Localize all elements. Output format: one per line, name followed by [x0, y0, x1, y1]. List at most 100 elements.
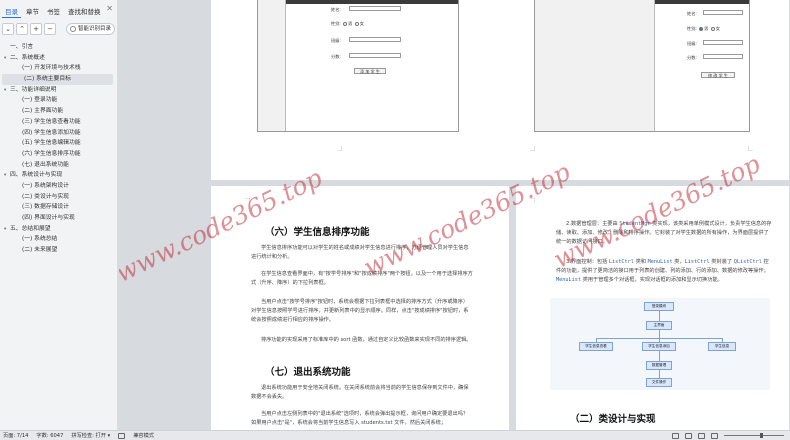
flow-node-main: 主界面: [646, 321, 672, 330]
spell-check-label: 拼写检查: 打开: [71, 433, 106, 439]
document-status-icon: [118, 432, 126, 439]
tab-find-replace[interactable]: 查找和替换: [65, 4, 104, 18]
toc-item[interactable]: ▾ 三、功能详细说明: [0, 85, 117, 96]
toc-item-label: (六) 学生信息排序功能: [22, 150, 81, 157]
toc-item[interactable]: (二) 主界面功能: [0, 106, 117, 117]
toc-item[interactable]: (一) 开发环境与技术栈: [0, 63, 117, 74]
outline-view-icon[interactable]: [698, 432, 705, 439]
toc-item[interactable]: (一) 登录功能: [0, 95, 117, 106]
toc-list: 一、引言 ▾ 二、系统概述 (一) 开发环境与技术栈 (二) 系统主要目标 ▾ 三、功能详细…: [0, 42, 117, 256]
add-student-button: 添 加 学 生: [354, 68, 386, 74]
flow-connector: [659, 370, 660, 378]
zoom-slider[interactable]: [724, 433, 784, 438]
code-run: ListCtrl: [684, 259, 710, 265]
toc-item[interactable]: (二) 未来展望: [0, 245, 117, 256]
toc-item[interactable]: (四) 界面设计与实现: [0, 213, 117, 224]
flow-node-add: 学生信息添加: [642, 342, 676, 351]
margin-mark: [530, 146, 535, 151]
radio-female: [710, 27, 715, 31]
document-canvas[interactable]: 姓名: 性别: 男 女 班级: 分数: 添 加 学 生 姓名: 性别: 男 女 …: [119, 0, 790, 430]
toc-item[interactable]: (六) 学生信息排序功能: [0, 149, 117, 160]
toc-item-label: (一) 系统总结: [22, 236, 58, 243]
female-label: 女: [359, 21, 364, 26]
page-7-left: （六）学生信息排序功能 学生信息排序功能可以对学生的姓名或成绩对学生信息进行排序…: [211, 186, 509, 430]
tab-chapters[interactable]: 章节: [23, 4, 42, 18]
remove-heading-button[interactable]: −: [44, 23, 56, 35]
name-input: [349, 6, 401, 11]
paragraph-data-layer: 2.数据管理层：主要由 StudentMgr 类实现，该类采用单例模式设计，负责…: [556, 220, 772, 247]
edit-student-screenshot: 姓名: 性别: 男 女 班级: 分数: 修 改 学 生: [534, 0, 750, 132]
toc-item-label: (三) 学生信息查看功能: [22, 118, 81, 125]
status-bar: 页面: 7/14 字数: 6047 拼写检查: 打开 ▾ 兼容模式: [0, 430, 790, 440]
tab-toc[interactable]: 目录: [2, 4, 21, 18]
toc-item[interactable]: (二) 类设计与实现: [0, 192, 117, 203]
toc-item[interactable]: (三) 数据存储设计: [0, 202, 117, 213]
add-heading-button[interactable]: +: [30, 23, 42, 35]
paragraph: 当用户点击左侧列表中的"退出系统"选项时，系统会弹出提示框，询问用户确定要退出吗…: [251, 411, 469, 426]
toc-item-label: (四) 界面设计与实现: [22, 215, 75, 221]
class-input: [349, 37, 401, 42]
paragraph-ui-control: 3.界面控制：包括 ListCtrl 类和 MenuList 类，ListCtr…: [556, 258, 772, 285]
page-indicator[interactable]: 页面: 7/14: [3, 432, 28, 439]
gender-label-text: 性别:: [687, 26, 697, 31]
toc-item[interactable]: (二) 系统主要目标: [2, 74, 113, 85]
toc-item[interactable]: ▾ 五、总结和展望: [0, 224, 117, 235]
paragraph: 当用户点击"按学号排序"按钮时，系统会根据下拉列表框中选择的排序方式（升序或降序…: [251, 299, 469, 323]
collapse-all-button[interactable]: ⌄: [2, 23, 14, 35]
class-label: 班级:: [331, 38, 341, 43]
eye-icon[interactable]: [672, 432, 679, 439]
add-student-screenshot: 姓名: 性别: 男 女 班级: 分数: 添 加 学 生: [257, 0, 459, 132]
toc-item[interactable]: (一) 系统总结: [0, 234, 117, 245]
expand-all-button[interactable]: ⌃: [16, 23, 28, 35]
flow-node-view: 学生信息查看: [579, 342, 613, 351]
toc-item-label: (二) 系统主要目标: [24, 76, 71, 83]
gender-label-text: 性别:: [331, 21, 341, 26]
chevron-down-icon: ▾: [107, 433, 111, 439]
text-run: 2.数据管理层：主要由: [566, 221, 620, 227]
text-run: 类，: [672, 259, 685, 265]
code-run: MenuList: [556, 277, 581, 283]
margin-mark: [337, 146, 342, 151]
word-count[interactable]: 字数: 6047: [36, 432, 63, 439]
toc-item-label: (一) 开发环境与技术栈: [22, 65, 81, 72]
navigation-pane: 目录 章节 书签 查找和替换 ✕ ⌄ ⌃ + − 智能识别目录 一、引言 ▾ 二、系…: [0, 0, 118, 430]
web-view-icon[interactable]: [711, 432, 718, 439]
male-label: 男: [348, 21, 353, 26]
architecture-flowchart: 登录模块 主界面 学生信息查看 学生信息添加 学生信息 数据管理 文件操作: [550, 298, 770, 390]
text-run: 类和: [633, 259, 648, 265]
toc-item[interactable]: (三) 学生信息查看功能: [0, 117, 117, 128]
radio-male: [343, 22, 348, 26]
view-controls: [672, 432, 790, 439]
flow-node-login: 登录模块: [644, 302, 674, 311]
toc-item[interactable]: ▾ 四、系统设计与实现: [0, 170, 117, 181]
toc-item[interactable]: (四) 学生信息添加功能: [0, 128, 117, 139]
toc-item[interactable]: (七) 退出系统功能: [0, 160, 117, 171]
toc-item-label: 四、系统设计与实现: [10, 172, 63, 179]
class-input: [703, 40, 743, 45]
toc-item[interactable]: ▾ 二、系统概述: [0, 53, 117, 64]
toc-item-label: (七) 退出系统功能: [22, 161, 69, 168]
heading-class-design: （二）类设计与实现: [570, 414, 656, 425]
gender-label: 性别: 男 女: [687, 26, 720, 32]
class-label: 班级:: [687, 41, 697, 46]
tab-bookmarks[interactable]: 书签: [44, 4, 63, 18]
toc-item-label: (四) 学生信息添加功能: [22, 129, 81, 136]
toc-item-label: 一、引言: [10, 44, 34, 50]
page-view-icon[interactable]: [685, 432, 692, 439]
nav-tabs: 目录 章节 书签 查找和替换: [2, 4, 117, 18]
score-label: 分数:: [687, 55, 697, 60]
name-input: [703, 10, 743, 15]
paragraph: 在学生信息查看界面中，有"按学号排序"和"按成绩排序"两个按钮，以及一个用于选择…: [251, 271, 473, 286]
close-icon[interactable]: ✕: [106, 4, 113, 13]
spell-check-toggle[interactable]: 拼写检查: 打开 ▾: [71, 432, 110, 439]
toc-item-label: (三) 数据存储设计: [22, 204, 69, 211]
toc-item[interactable]: (一) 系统架构设计: [0, 181, 117, 192]
compat-mode: 兼容模式: [133, 433, 154, 439]
smart-toc-toggle[interactable]: 智能识别目录: [65, 23, 115, 35]
toc-item[interactable]: (五) 学生信息编辑功能: [0, 138, 117, 149]
radio-male: [699, 27, 704, 31]
flow-connector: [659, 311, 660, 321]
gender-label: 性别: 男 女: [331, 21, 364, 27]
toc-item[interactable]: 一、引言: [0, 42, 117, 53]
page-7-right: 2.数据管理层：主要由 StudentMgr 类实现，该类采用单例模式设计，负责…: [516, 186, 789, 430]
